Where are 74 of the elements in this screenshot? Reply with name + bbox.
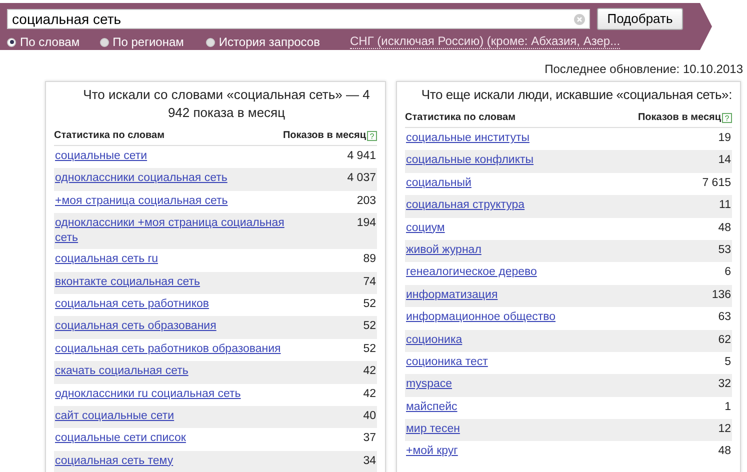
count-cell: 52 — [363, 296, 376, 312]
count-cell: 4 037 — [347, 171, 376, 186]
count-cell: 52 — [363, 319, 376, 334]
phrase-link[interactable]: одноклассники +моя страница социальная сеть — [55, 216, 295, 246]
count-cell: 5 — [724, 354, 731, 370]
count-cell: 42 — [363, 364, 376, 380]
count-cell: 4 941 — [347, 149, 376, 164]
phrase-link[interactable]: генеалогическое дерево — [406, 265, 646, 280]
mode-radio[interactable]: История запросов — [206, 33, 320, 51]
phrase-link[interactable]: социальные институты — [406, 131, 646, 146]
count-cell: 42 — [363, 386, 376, 402]
phrase-link[interactable]: социальный — [406, 176, 646, 191]
phrase-link[interactable]: майспейс — [406, 400, 646, 415]
count-cell: 136 — [712, 288, 731, 303]
region-link[interactable]: СНГ (исключая Россию) (кроме: Абхазия, Азер... — [350, 35, 620, 49]
mode-radio[interactable]: По словам — [7, 33, 80, 51]
help-icon[interactable]: ? — [722, 112, 732, 122]
phrase-link[interactable]: социальная сеть образования — [55, 319, 295, 334]
count-cell: 14 — [718, 153, 731, 168]
mode-radio[interactable]: По регионам — [100, 33, 184, 51]
count-cell: 203 — [356, 194, 376, 209]
last-update-text: Последнее обновление: 10.10.2013 — [544, 61, 743, 78]
column-header: Показов в месяц — [282, 129, 366, 143]
count-cell: 52 — [363, 342, 376, 357]
column-header: Показов в месяц — [638, 111, 721, 125]
phrase-link[interactable]: социальная структура — [406, 198, 646, 214]
help-icon[interactable]: ? — [367, 130, 377, 140]
count-cell: 74 — [363, 274, 376, 290]
clear-icon[interactable] — [574, 14, 585, 24]
column-header: Статистика по словам — [54, 129, 164, 143]
phrase-link[interactable]: социальная сеть работников — [55, 296, 295, 312]
search-field[interactable]: социальная сеть — [7, 9, 590, 29]
count-cell: 89 — [363, 252, 376, 268]
count-cell: 19 — [718, 131, 731, 146]
phrase-link[interactable]: информатизация — [406, 288, 646, 303]
count-cell: 194 — [356, 216, 376, 232]
phrase-link[interactable]: myspace — [406, 377, 646, 392]
count-cell: 7 615 — [702, 176, 731, 191]
count-cell: 34 — [363, 454, 376, 469]
count-cell: 63 — [718, 310, 731, 326]
count-cell: 12 — [718, 422, 731, 438]
count-cell: 48 — [718, 444, 731, 460]
panel-title: Что искали со словами «социальная сеть» — 4 942 показа в месяц — [82, 86, 371, 122]
phrase-link[interactable]: социальные сети список — [55, 431, 295, 446]
count-cell: 53 — [718, 242, 731, 258]
phrase-link[interactable]: скачать социальная сеть — [55, 364, 295, 380]
count-cell: 62 — [718, 332, 731, 348]
phrase-link[interactable]: соционика тест — [406, 354, 646, 370]
count-cell: 37 — [363, 431, 376, 446]
phrase-link[interactable]: социум — [406, 220, 646, 236]
count-cell: 1 — [724, 400, 731, 415]
phrase-link[interactable]: информационное общество — [406, 310, 646, 326]
count-cell: 6 — [724, 265, 731, 280]
count-cell: 48 — [718, 220, 731, 236]
count-cell: 11 — [719, 198, 731, 214]
phrase-link[interactable]: социальная сеть ru — [55, 252, 295, 268]
phrase-link[interactable]: +мой круг — [406, 444, 646, 460]
phrase-link[interactable]: соционика — [406, 332, 646, 348]
phrase-link[interactable]: социальные сети — [55, 149, 295, 164]
column-header: Статистика по словам — [405, 111, 516, 125]
count-cell: 32 — [718, 377, 731, 392]
phrase-link[interactable]: социальные конфликты — [406, 153, 646, 168]
phrase-link[interactable]: социальная сеть тему — [55, 454, 295, 469]
phrase-link[interactable]: вконтакте социальная сеть — [55, 274, 295, 290]
phrase-link[interactable]: мир тесен — [406, 422, 646, 438]
submit-button[interactable]: Подобрать — [597, 8, 683, 30]
phrase-link[interactable]: социальная сеть работников образования — [55, 342, 295, 357]
phrase-link[interactable]: сайт социальные сети — [55, 408, 295, 424]
panel-title: Что еще искали люди, искавшие «социальная сеть»: — [420, 86, 732, 104]
phrase-link[interactable]: +моя страница социальная сеть — [55, 194, 295, 209]
phrase-link[interactable]: одноклассники ru социальная сеть — [55, 386, 295, 402]
phrase-link[interactable]: одноклассники социальная сеть — [55, 171, 295, 186]
phrase-link[interactable]: живой журнал — [406, 242, 646, 258]
count-cell: 40 — [363, 408, 376, 424]
